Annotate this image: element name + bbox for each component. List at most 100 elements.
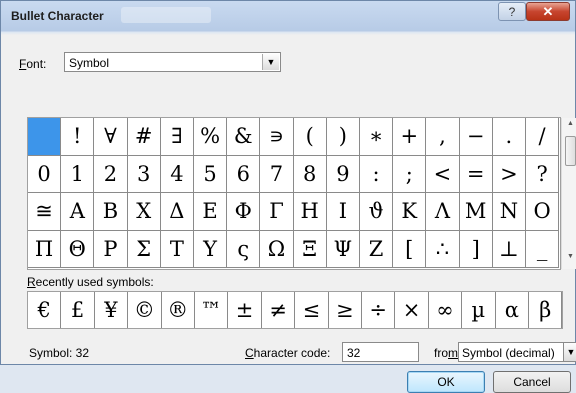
recent-symbol-cell[interactable]: ≤: [295, 292, 329, 328]
symbol-cell[interactable]: 3: [127, 155, 161, 194]
symbol-cell[interactable]: 7: [260, 155, 294, 194]
recent-symbol-cell[interactable]: ±: [228, 292, 262, 328]
symbol-cell[interactable]: Ψ: [326, 230, 360, 269]
recent-symbol-cell[interactable]: ≥: [329, 292, 362, 328]
symbol-cell[interactable]: ]: [459, 230, 493, 269]
symbol-cell[interactable]: 1: [61, 155, 95, 194]
recently-used-label: Recently used symbols:: [27, 275, 154, 289]
symbol-cell[interactable]: (: [293, 118, 327, 156]
symbol-cell[interactable]: Λ: [426, 193, 460, 231]
from-dropdown[interactable]: Symbol (decimal): [458, 342, 564, 362]
symbol-cell[interactable]: :: [360, 155, 394, 194]
symbol-cell[interactable]: /: [526, 118, 560, 156]
symbol-cell[interactable]: Ο: [526, 193, 560, 231]
font-dropdown[interactable]: Symbol ▼: [64, 52, 281, 72]
symbol-cell[interactable]: +: [393, 118, 427, 156]
symbol-cell[interactable]: ∴: [426, 230, 460, 269]
character-code-input[interactable]: 32: [342, 342, 419, 362]
symbol-cell[interactable]: !: [61, 118, 95, 156]
symbol-cell[interactable]: 0: [28, 155, 62, 194]
title-bar[interactable]: Bullet Character ? ✕: [1, 1, 575, 31]
symbol-cell[interactable]: 8: [293, 155, 327, 194]
symbol-cell[interactable]: 4: [160, 155, 194, 194]
symbol-cell[interactable]: Τ: [160, 230, 194, 269]
symbol-cell[interactable]: <: [426, 155, 460, 194]
symbol-cell[interactable]: Υ: [194, 230, 228, 269]
symbol-cell[interactable]: Ρ: [94, 230, 128, 269]
symbol-cell[interactable]: Χ: [127, 193, 161, 231]
symbol-grid: _ ⊥] ∴[Ζ Ψ Ξ Ως Υ Τ Σ Ρ Θ Π Ο Ν Μ Λ Κϑ Ι Η Γ Φ Ε Δ Χ Β Α ≅? > = <;:9 8…: [27, 117, 576, 270]
symbol-cell[interactable]: ,: [426, 118, 460, 156]
close-button[interactable]: ✕: [526, 2, 570, 21]
recent-symbol-cell[interactable]: α: [496, 292, 529, 328]
symbol-cell[interactable]: 2: [94, 155, 128, 194]
symbol-cell[interactable]: [: [393, 230, 427, 269]
symbol-cell[interactable]: Ι: [326, 193, 360, 231]
scroll-up-arrow-icon[interactable]: ▲: [562, 120, 576, 134]
symbol-cell[interactable]: Ε: [194, 193, 228, 231]
recent-symbol-cell[interactable]: β: [529, 292, 563, 328]
symbol-cell[interactable]: 5: [194, 155, 228, 194]
symbol-cell[interactable]: Μ: [459, 193, 493, 231]
symbol-cell[interactable]: Ν: [492, 193, 526, 231]
font-label: Font:: [19, 57, 47, 71]
chevron-down-icon[interactable]: ▼: [262, 54, 279, 70]
dialog-title: Bullet Character: [11, 9, 104, 23]
recent-symbol-cell[interactable]: ®: [162, 292, 195, 328]
symbol-cell[interactable]: ;: [393, 155, 427, 194]
symbol-cell[interactable]: ): [326, 118, 360, 156]
symbol-cell[interactable]: Κ: [393, 193, 427, 231]
recent-symbol-cell[interactable]: €: [28, 292, 62, 328]
symbol-cell[interactable]: #: [127, 118, 161, 156]
symbol-cell[interactable]: .: [492, 118, 526, 156]
recent-symbol-cell[interactable]: £: [61, 292, 95, 328]
recent-symbol-cell[interactable]: ×: [395, 292, 429, 328]
symbol-cell[interactable]: 9: [326, 155, 360, 194]
symbol-cell[interactable]: Α: [61, 193, 95, 231]
recent-symbol-cell[interactable]: ©: [128, 292, 162, 328]
symbol-cell[interactable]: ∃: [160, 118, 194, 156]
ok-button[interactable]: OK: [407, 371, 485, 393]
symbol-cell[interactable]: %: [194, 118, 228, 156]
symbol-cell[interactable]: ∍: [260, 118, 294, 156]
symbol-cell[interactable]: [28, 118, 62, 156]
symbol-cell[interactable]: ⊥: [492, 230, 526, 269]
symbol-cell[interactable]: Ζ: [360, 230, 394, 269]
symbol-cell[interactable]: ϑ: [360, 193, 394, 231]
symbol-cell[interactable]: =: [459, 155, 493, 194]
symbol-cell[interactable]: Σ: [127, 230, 161, 269]
symbol-cell[interactable]: Π: [28, 230, 62, 269]
symbol-cell[interactable]: ?: [526, 155, 560, 194]
recent-symbol-cell[interactable]: ¥: [95, 292, 129, 328]
symbol-cell[interactable]: 6: [227, 155, 261, 194]
recent-symbol-cell[interactable]: µ: [462, 292, 496, 328]
symbol-cell[interactable]: &: [227, 118, 261, 156]
symbol-cell[interactable]: >: [492, 155, 526, 194]
bullet-character-dialog: Bullet Character ? ✕ Font: Symbol ▼ _ ⊥] ∴…: [0, 0, 576, 393]
help-button[interactable]: ?: [498, 2, 526, 21]
symbol-cell[interactable]: ∀: [94, 118, 128, 156]
symbol-cell[interactable]: _: [526, 230, 560, 269]
symbol-cell[interactable]: Η: [293, 193, 327, 231]
symbol-cell[interactable]: Θ: [61, 230, 95, 269]
symbol-cell[interactable]: Ω: [260, 230, 294, 269]
symbol-cell[interactable]: Φ: [227, 193, 261, 231]
symbol-cell[interactable]: Β: [94, 193, 128, 231]
scroll-thumb[interactable]: [565, 136, 576, 166]
recent-symbol-cell[interactable]: ≠: [262, 292, 296, 328]
symbol-cell[interactable]: Ξ: [293, 230, 327, 269]
cancel-button[interactable]: Cancel: [493, 371, 571, 393]
scroll-down-arrow-icon[interactable]: ▼: [562, 253, 576, 267]
recent-symbol-cell[interactable]: ∞: [429, 292, 463, 328]
recent-symbol-cell[interactable]: ™: [195, 292, 229, 328]
symbol-cell[interactable]: Δ: [160, 193, 194, 231]
recent-symbol-cell[interactable]: ÷: [362, 292, 396, 328]
from-chevron-down-icon[interactable]: ▼: [563, 342, 576, 362]
symbol-cell[interactable]: ∗: [360, 118, 394, 156]
symbol-cell[interactable]: −: [459, 118, 493, 156]
symbol-cell[interactable]: Γ: [260, 193, 294, 231]
symbol-cell[interactable]: ς: [227, 230, 261, 269]
symbol-cell[interactable]: ≅: [28, 193, 62, 231]
from-dropdown-value: Symbol (decimal): [462, 346, 555, 360]
symbol-grid-scrollbar[interactable]: ▲ ▼: [561, 118, 576, 269]
